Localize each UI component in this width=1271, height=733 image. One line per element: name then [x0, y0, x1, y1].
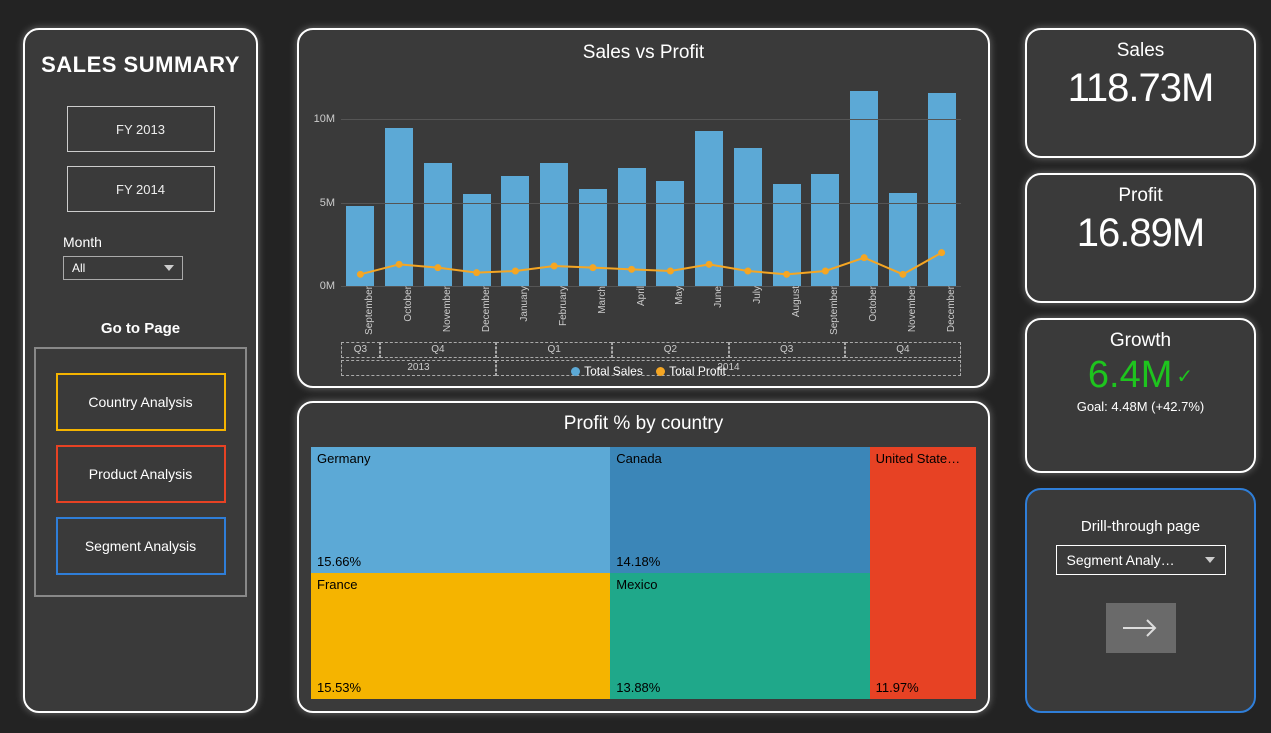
bar[interactable] — [618, 168, 646, 286]
kpi-sales-label: Sales — [1027, 40, 1254, 62]
nav-container: Country Analysis Product Analysis Segmen… — [34, 347, 247, 597]
kpi-growth-card[interactable]: Growth 6.4M✓ Goal: 4.48M (+42.7%) — [1025, 318, 1256, 473]
treemap-cell[interactable]: Mexico13.88% — [610, 573, 869, 699]
treemap-cell[interactable]: Canada14.18% — [610, 447, 869, 573]
kpi-profit-card[interactable]: Profit 16.89M — [1025, 173, 1256, 303]
page-title: SALES SUMMARY — [25, 52, 256, 78]
bar[interactable] — [811, 174, 839, 286]
drill-value: Segment Analy… — [1067, 552, 1175, 568]
goto-page-label: Go to Page — [25, 320, 256, 337]
chart-plot-area: 0M5M10M — [341, 86, 961, 286]
bar[interactable] — [540, 163, 568, 286]
kpi-profit-value: 16.89M — [1027, 211, 1254, 256]
chevron-down-icon — [1205, 557, 1215, 563]
treemap-title: Profit % by country — [299, 413, 988, 435]
check-icon: ✓ — [1176, 364, 1193, 389]
legend-sales: Total Sales — [584, 364, 643, 378]
treemap-cell[interactable]: France15.53% — [311, 573, 610, 699]
kpi-sales-card[interactable]: Sales 118.73M — [1025, 28, 1256, 158]
bar[interactable] — [579, 189, 607, 286]
chart-legend: Total Sales Total Profit — [299, 364, 988, 378]
treemap-cell[interactable]: Germany15.66% — [311, 447, 610, 573]
nav-product-analysis[interactable]: Product Analysis — [56, 445, 226, 503]
bar[interactable] — [656, 181, 684, 286]
treemap-cell[interactable]: United State…11.97% — [870, 447, 976, 699]
chevron-down-icon — [164, 265, 174, 271]
treemap-area: Germany15.66%France15.53%Canada14.18%Mex… — [311, 447, 976, 699]
kpi-growth-label: Growth — [1027, 330, 1254, 352]
bar[interactable] — [889, 193, 917, 286]
sidebar-panel: SALES SUMMARY FY 2013 FY 2014 Month All … — [23, 28, 258, 713]
filter-fy2013[interactable]: FY 2013 — [67, 106, 215, 152]
bar[interactable] — [695, 131, 723, 286]
chart-title: Sales vs Profit — [299, 42, 988, 64]
bar[interactable] — [385, 128, 413, 286]
legend-swatch-profit — [656, 367, 665, 376]
kpi-growth-goal: Goal: 4.48M (+42.7%) — [1027, 399, 1254, 414]
kpi-profit-label: Profit — [1027, 185, 1254, 207]
month-select[interactable]: All — [63, 256, 183, 280]
filter-fy2014[interactable]: FY 2014 — [67, 166, 215, 212]
arrow-right-icon — [1121, 616, 1161, 640]
bar[interactable] — [463, 194, 491, 286]
bar[interactable] — [424, 163, 452, 286]
nav-country-analysis[interactable]: Country Analysis — [56, 373, 226, 431]
drill-go-button[interactable] — [1106, 603, 1176, 653]
kpi-growth-value: 6.4M✓ — [1027, 354, 1254, 397]
sales-profit-chart[interactable]: Sales vs Profit 0M5M10M SeptemberOctober… — [297, 28, 990, 388]
month-value: All — [72, 261, 85, 275]
month-label: Month — [63, 234, 256, 250]
bar[interactable] — [346, 206, 374, 286]
profit-by-country-treemap[interactable]: Profit % by country Germany15.66%France1… — [297, 401, 990, 713]
kpi-sales-value: 118.73M — [1027, 66, 1254, 111]
bar[interactable] — [501, 176, 529, 286]
bar[interactable] — [734, 148, 762, 286]
legend-profit: Total Profit — [669, 364, 726, 378]
bar[interactable] — [928, 93, 956, 286]
bar[interactable] — [773, 184, 801, 286]
legend-swatch-sales — [571, 367, 580, 376]
drill-through-panel: Drill-through page Segment Analy… — [1025, 488, 1256, 713]
drill-label: Drill-through page — [1027, 518, 1254, 535]
drill-select[interactable]: Segment Analy… — [1056, 545, 1226, 575]
nav-segment-analysis[interactable]: Segment Analysis — [56, 517, 226, 575]
